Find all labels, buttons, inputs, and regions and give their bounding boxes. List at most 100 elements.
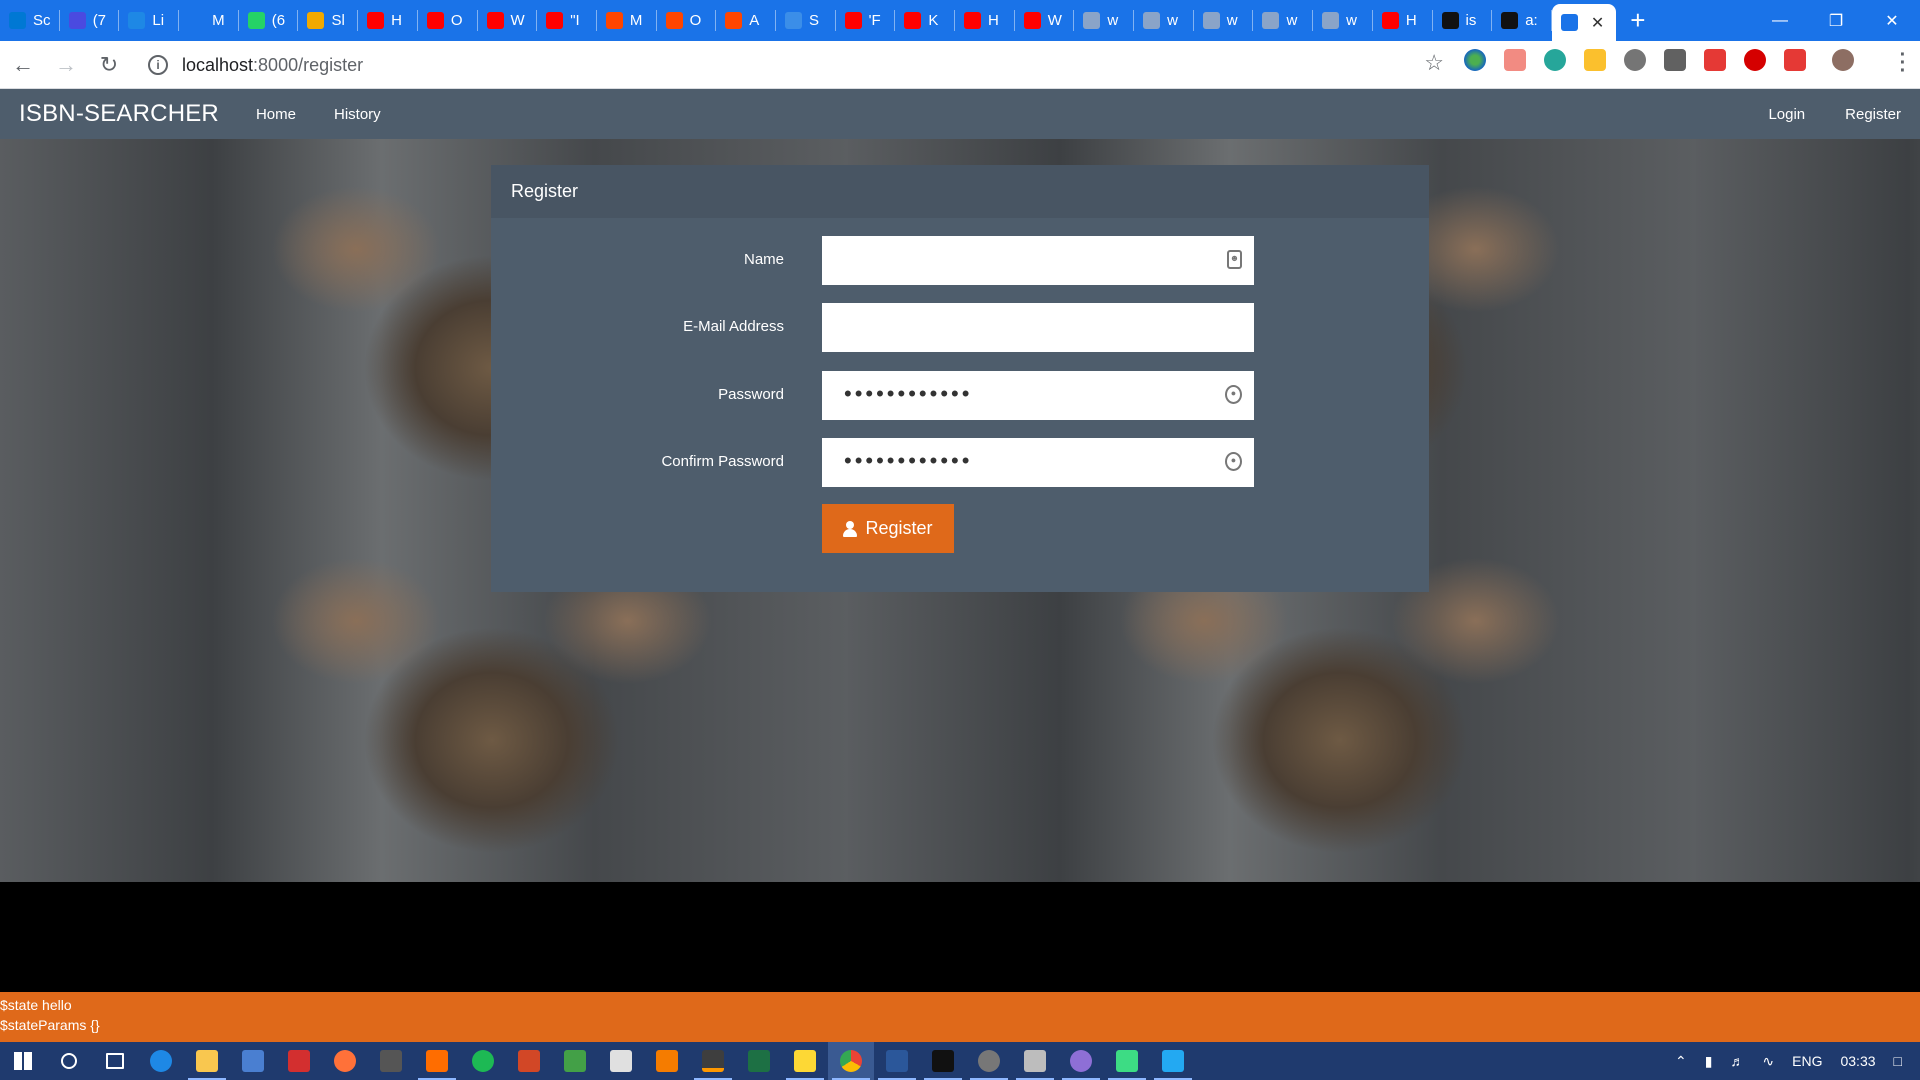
email-label: E-Mail Address: [683, 318, 784, 335]
email-input[interactable]: [822, 303, 1254, 352]
browser-tab[interactable]: H: [1373, 0, 1433, 41]
browser-tab[interactable]: w: [1134, 0, 1194, 41]
word-icon[interactable]: [874, 1042, 920, 1080]
browser-tab[interactable]: O: [418, 0, 478, 41]
browser-tab[interactable]: A: [716, 0, 776, 41]
start-icon[interactable]: [0, 1042, 46, 1080]
site-info-icon[interactable]: i: [148, 55, 168, 75]
browser-tab[interactable]: W: [1015, 0, 1075, 41]
chevron-up-icon[interactable]: ⌃: [1675, 1053, 1687, 1070]
password-input[interactable]: •••••••••••• ●: [822, 371, 1254, 420]
browser-tab[interactable]: a:: [1492, 0, 1552, 41]
clock[interactable]: 03:33: [1840, 1053, 1875, 1069]
notifications-icon[interactable]: □: [1894, 1053, 1902, 1069]
nav-home[interactable]: Home: [256, 106, 296, 123]
close-tab-icon[interactable]: ✕: [1591, 13, 1604, 33]
profile-avatar[interactable]: [1832, 49, 1854, 71]
contact-card-icon[interactable]: ☻: [1227, 250, 1242, 269]
name-input[interactable]: ☻: [822, 236, 1254, 285]
browser-tab[interactable]: W: [478, 0, 538, 41]
browser-tab[interactable]: w: [1074, 0, 1134, 41]
browser-tab[interactable]: (6: [239, 0, 299, 41]
browser-tab[interactable]: H: [955, 0, 1015, 41]
extension-play-icon[interactable]: [1784, 49, 1806, 71]
restore-icon[interactable]: ❐: [1808, 0, 1864, 41]
key-icon[interactable]: ●: [1225, 385, 1242, 404]
browser-tab[interactable]: w: [1313, 0, 1373, 41]
bookmark-star-icon[interactable]: ☆: [1424, 50, 1444, 76]
extension-m-icon[interactable]: [1544, 49, 1566, 71]
extension-a-icon[interactable]: [1664, 49, 1686, 71]
active-browser-tab[interactable]: ✕: [1551, 4, 1616, 41]
browser-tab[interactable]: H: [358, 0, 418, 41]
browser-tab[interactable]: w: [1253, 0, 1313, 41]
address-bar[interactable]: i localhost:8000/register ☆: [140, 47, 1444, 83]
vlc-icon[interactable]: [644, 1042, 690, 1080]
browser-tab[interactable]: Sl: [298, 0, 358, 41]
sticky-notes-icon[interactable]: [782, 1042, 828, 1080]
extension-bulb-icon[interactable]: [1624, 49, 1646, 71]
gift-app-icon[interactable]: [276, 1042, 322, 1080]
browser-tab[interactable]: O: [657, 0, 717, 41]
browser-tab[interactable]: M: [597, 0, 657, 41]
browser-tab[interactable]: w: [1194, 0, 1254, 41]
browser-tab[interactable]: is: [1433, 0, 1493, 41]
confirm-password-input[interactable]: •••••••••••• ●: [822, 438, 1254, 487]
browser-tab[interactable]: (7: [60, 0, 120, 41]
nav-history[interactable]: History: [334, 106, 381, 123]
brand-logo[interactable]: ISBN-SEARCHER: [19, 100, 219, 128]
url-text[interactable]: localhost:8000/register: [182, 55, 363, 76]
key-icon[interactable]: ●: [1225, 452, 1242, 471]
browser-tab[interactable]: M: [179, 0, 239, 41]
browser-tab[interactable]: S: [776, 0, 836, 41]
android-studio-icon[interactable]: [1104, 1042, 1150, 1080]
forward-icon[interactable]: →: [46, 45, 86, 85]
store-icon[interactable]: [230, 1042, 276, 1080]
volume-icon[interactable]: ♬: [1730, 1053, 1744, 1069]
file-explorer-icon[interactable]: [184, 1042, 230, 1080]
browser-tab[interactable]: Sc: [0, 0, 60, 41]
settings-icon[interactable]: [966, 1042, 1012, 1080]
search-icon[interactable]: [46, 1042, 92, 1080]
nav-login[interactable]: Login: [1768, 106, 1805, 123]
gitkraken-icon[interactable]: [1058, 1042, 1104, 1080]
browser-tab[interactable]: K: [895, 0, 955, 41]
excel-icon[interactable]: [736, 1042, 782, 1080]
task-view-icon[interactable]: [92, 1042, 138, 1080]
new-tab-button[interactable]: +: [1616, 0, 1660, 41]
powerpoint-icon[interactable]: [506, 1042, 552, 1080]
document-app-icon[interactable]: [1012, 1042, 1058, 1080]
nav-register[interactable]: Register: [1845, 106, 1901, 123]
back-icon[interactable]: ←: [3, 45, 43, 85]
app-cc-icon[interactable]: [414, 1042, 460, 1080]
browser-tab[interactable]: "I: [537, 0, 597, 41]
gamepad-icon[interactable]: [368, 1042, 414, 1080]
globe-icon: [1322, 12, 1340, 29]
firefox-icon[interactable]: [322, 1042, 368, 1080]
minimize-icon[interactable]: —: [1752, 0, 1808, 41]
close-window-icon[interactable]: ✕: [1864, 0, 1920, 41]
form-row-password: Password •••••••••••• ●: [491, 371, 1429, 420]
register-button[interactable]: Register: [822, 504, 954, 553]
edge-icon[interactable]: [138, 1042, 184, 1080]
greenshot-icon[interactable]: [552, 1042, 598, 1080]
battery-icon[interactable]: ▮: [1705, 1053, 1713, 1070]
chrome-icon[interactable]: [828, 1042, 874, 1080]
extension-flag-icon[interactable]: [1504, 49, 1526, 71]
extension-puzzle-icon[interactable]: [1584, 49, 1606, 71]
wifi-icon[interactable]: ∿: [1762, 1053, 1774, 1070]
browser-tab[interactable]: 'F: [836, 0, 896, 41]
mail-icon[interactable]: [598, 1042, 644, 1080]
browser-menu-icon[interactable]: · · ·: [1898, 45, 1908, 81]
extension-globe-icon[interactable]: [1464, 49, 1486, 71]
terminal-icon[interactable]: [920, 1042, 966, 1080]
browser-tab[interactable]: Li: [119, 0, 179, 41]
extension-ghost-icon[interactable]: [1744, 49, 1766, 71]
extension-calendar-icon[interactable]: [1704, 49, 1726, 71]
github-icon: [1501, 12, 1519, 29]
sublime-icon[interactable]: [690, 1042, 736, 1080]
reload-icon[interactable]: ↻: [89, 45, 129, 85]
language-indicator[interactable]: ENG: [1792, 1053, 1822, 1069]
vscode-icon[interactable]: [1150, 1042, 1196, 1080]
spotify-icon[interactable]: [460, 1042, 506, 1080]
